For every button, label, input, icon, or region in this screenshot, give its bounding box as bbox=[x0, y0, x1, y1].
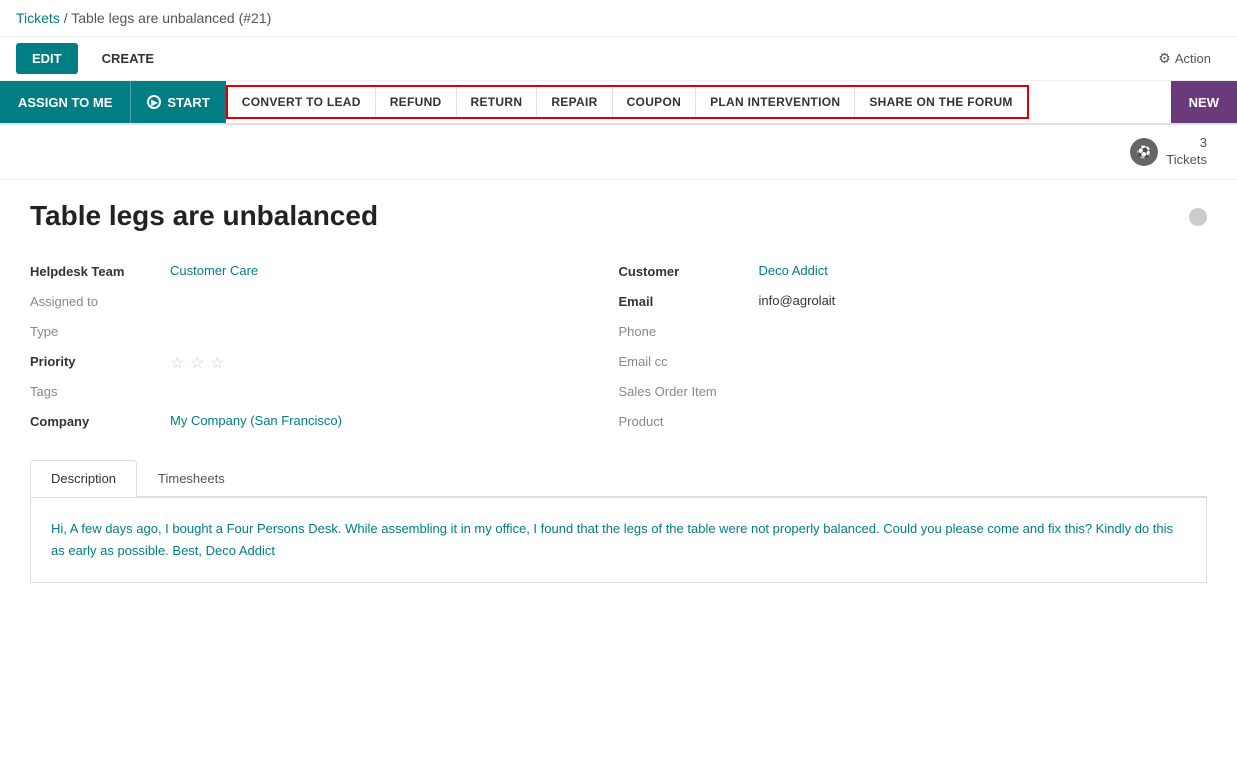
description-text: Hi, A few days ago, I bought a Four Pers… bbox=[51, 521, 1173, 558]
customer-label: Customer bbox=[619, 263, 749, 279]
breadcrumb-parent[interactable]: Tickets bbox=[16, 10, 60, 26]
gear-icon: ⚙ bbox=[1158, 50, 1171, 67]
email-label: Email bbox=[619, 293, 749, 309]
edit-button[interactable]: EDIT bbox=[16, 43, 78, 74]
helpdesk-team-value[interactable]: Customer Care bbox=[170, 263, 258, 278]
return-button[interactable]: RETURN bbox=[457, 87, 538, 117]
form-right: Customer Deco Addict Email info@agrolait… bbox=[619, 256, 1208, 436]
phone-label: Phone bbox=[619, 323, 749, 339]
assigned-to-label: Assigned to bbox=[30, 293, 160, 309]
phone-row: Phone bbox=[619, 316, 1208, 346]
assign-to-me-button[interactable]: ASSIGN TO ME bbox=[0, 81, 130, 123]
priority-stars[interactable]: ☆ ☆ ☆ bbox=[170, 353, 226, 369]
tab-description[interactable]: Description bbox=[30, 460, 137, 497]
priority-label: Priority bbox=[30, 353, 160, 369]
play-icon: ▶ bbox=[147, 95, 161, 109]
email-cc-row: Email cc bbox=[619, 346, 1208, 376]
sales-order-row: Sales Order Item bbox=[619, 376, 1208, 406]
email-row: Email info@agrolait bbox=[619, 286, 1208, 316]
action-button[interactable]: ⚙ Action bbox=[1148, 44, 1221, 73]
star-2[interactable]: ☆ bbox=[190, 353, 206, 369]
company-value[interactable]: My Company (San Francisco) bbox=[170, 413, 342, 428]
create-button[interactable]: CREATE bbox=[86, 43, 170, 74]
breadcrumb-sep: / bbox=[64, 10, 68, 26]
helpdesk-team-label: Helpdesk Team bbox=[30, 263, 160, 279]
breadcrumb-current: Table legs are unbalanced (#21) bbox=[71, 10, 271, 26]
tags-label: Tags bbox=[30, 383, 160, 399]
start-button[interactable]: ▶ START bbox=[130, 81, 225, 123]
main-content: Table legs are unbalanced Helpdesk Team … bbox=[0, 180, 1237, 603]
breadcrumb: Tickets / Table legs are unbalanced (#21… bbox=[0, 0, 1237, 37]
ticket-count: 3 Tickets bbox=[1166, 135, 1207, 169]
tabs: Description Timesheets bbox=[30, 460, 1207, 497]
type-row: Type bbox=[30, 316, 619, 346]
star-3[interactable]: ☆ bbox=[210, 353, 226, 369]
description-area: Hi, A few days ago, I bought a Four Pers… bbox=[30, 497, 1207, 583]
assigned-to-row: Assigned to bbox=[30, 286, 619, 316]
coupon-button[interactable]: COUPON bbox=[613, 87, 696, 117]
priority-row: Priority ☆ ☆ ☆ bbox=[30, 346, 619, 376]
email-cc-label: Email cc bbox=[619, 353, 749, 369]
customer-row: Customer Deco Addict bbox=[619, 256, 1208, 286]
product-label: Product bbox=[619, 413, 749, 429]
tags-row: Tags bbox=[30, 376, 619, 406]
helpdesk-team-row: Helpdesk Team Customer Care bbox=[30, 256, 619, 286]
product-row: Product bbox=[619, 406, 1208, 436]
tab-timesheets[interactable]: Timesheets bbox=[137, 460, 246, 496]
plan-intervention-button[interactable]: PLAN INTERVENTION bbox=[696, 87, 855, 117]
top-toolbar: EDIT CREATE ⚙ Action bbox=[0, 37, 1237, 81]
action-buttons-group: CONVERT TO LEAD REFUND RETURN REPAIR COU… bbox=[226, 85, 1029, 119]
form-grid: Helpdesk Team Customer Care Assigned to … bbox=[30, 256, 1207, 436]
convert-to-lead-button[interactable]: CONVERT TO LEAD bbox=[228, 87, 376, 117]
customer-value[interactable]: Deco Addict bbox=[759, 263, 828, 278]
sales-order-label: Sales Order Item bbox=[619, 383, 749, 399]
form-left: Helpdesk Team Customer Care Assigned to … bbox=[30, 256, 619, 436]
refund-button[interactable]: REFUND bbox=[376, 87, 457, 117]
helpdesk-icon: ⚽ bbox=[1130, 138, 1158, 166]
ticket-title-area: Table legs are unbalanced bbox=[30, 200, 1207, 232]
ticket-title: Table legs are unbalanced bbox=[30, 200, 378, 232]
email-value[interactable]: info@agrolait bbox=[759, 293, 836, 308]
new-button[interactable]: NEW bbox=[1171, 81, 1237, 123]
share-on-forum-button[interactable]: SHARE ON THE FORUM bbox=[855, 87, 1026, 117]
company-row: Company My Company (San Francisco) bbox=[30, 406, 619, 436]
type-label: Type bbox=[30, 323, 160, 339]
status-circle[interactable] bbox=[1189, 208, 1207, 226]
ticket-count-bar: ⚽ 3 Tickets bbox=[0, 125, 1237, 180]
repair-button[interactable]: REPAIR bbox=[537, 87, 612, 117]
star-1[interactable]: ☆ bbox=[170, 353, 186, 369]
action-bar: ASSIGN TO ME ▶ START CONVERT TO LEAD REF… bbox=[0, 81, 1237, 125]
company-label: Company bbox=[30, 413, 160, 429]
